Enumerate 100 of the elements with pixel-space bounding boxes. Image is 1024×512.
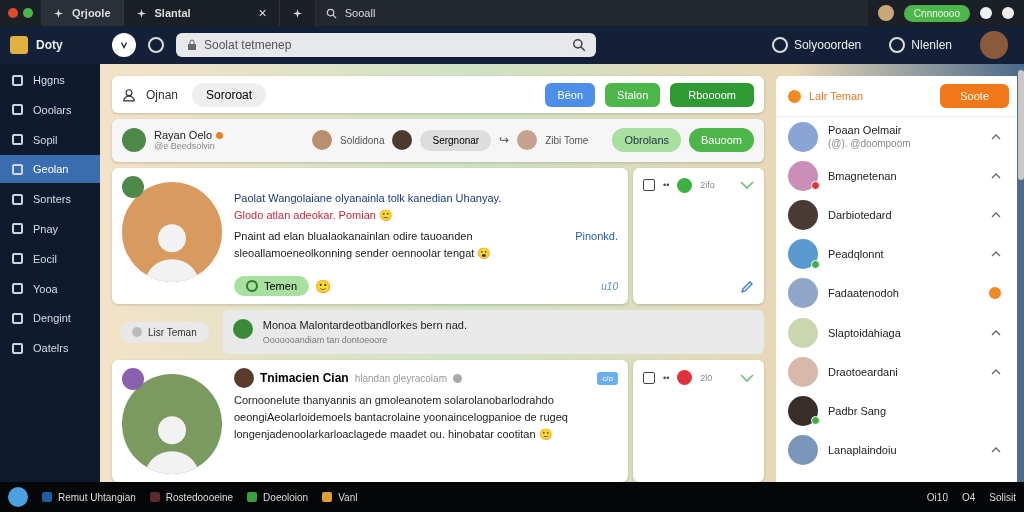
scrollbar[interactable] — [1018, 70, 1024, 180]
author-name: Tnimacien Cian — [260, 371, 349, 385]
maximize-window-icon[interactable] — [23, 8, 33, 18]
badge-count: 2ifo — [700, 180, 716, 191]
avatar — [788, 239, 818, 270]
start-icon[interactable] — [8, 487, 28, 507]
brand-name: Doty — [36, 38, 63, 52]
taskbar-item[interactable]: Remut Uhtangian — [42, 491, 136, 503]
post-text: Paolat Wangolaiane olyanainla tolk kanedian Uhanyay. — [234, 190, 503, 206]
user-handle: @e Beedsolvin — [154, 141, 216, 152]
chevron-up-icon[interactable] — [991, 328, 1001, 337]
close-icon[interactable]: × — [258, 5, 267, 21]
close-window-icon[interactable] — [8, 8, 18, 18]
toolbar-title: Ojnan — [146, 87, 179, 102]
taskbar-item[interactable]: Vanl — [322, 491, 358, 503]
friend-item[interactable]: Lanaplaindoiu — [776, 430, 1017, 470]
chevron-up-icon[interactable] — [991, 446, 1001, 455]
sidebar-item[interactable]: Eocil — [0, 244, 100, 273]
search-field[interactable]: Soolat tetmenep — [176, 33, 596, 57]
post-text: Pnaint ad elan blualaokanainlan odire tauoanden sleoallamoeneolkonning sender oennoolar tengat 😮 Pinonkd. — [234, 228, 618, 261]
friend-item[interactable]: Bmagnetenan — [776, 156, 1017, 196]
friend-name: Peadqlonnt — [828, 248, 885, 261]
taskbar-item[interactable]: Rostedoooeine — [149, 491, 234, 503]
sidebar-item[interactable]: Sopil — [0, 125, 100, 154]
back-button[interactable] — [112, 33, 136, 57]
post-text: Cornoonelute thanyannis an gmoleanotem solarolanobarlodrahdo oeongiAeolarloidemoels bantacrolaine yoonaincelogpanioe de rugeq longenjadenoolarkarloaclagede maadet ou. hinobatar cootitan 🙂 — [234, 393, 569, 443]
checkbox[interactable] — [643, 179, 655, 192]
friend-item[interactable]: Peadqlonnt — [776, 234, 1017, 274]
badge-count: 2l0 — [700, 372, 714, 383]
header-link[interactable]: Nlenlen — [889, 37, 952, 53]
friend-name: Poaan Oelmair — [828, 124, 903, 137]
action-button[interactable]: Obrolans — [612, 128, 681, 153]
friend-item[interactable]: Darbiotedard — [776, 195, 1017, 235]
avatar[interactable] — [877, 5, 894, 21]
user-name: Rayan Oelo — [154, 129, 213, 142]
tray-item[interactable]: Solisit — [989, 491, 1016, 503]
friend-name: Slaptoidahiaga — [828, 326, 902, 339]
logo-icon — [10, 36, 28, 54]
user-icon — [122, 87, 136, 102]
panel-title: Lalr Teman — [809, 90, 864, 102]
avatar — [788, 435, 818, 466]
avatar — [788, 395, 818, 426]
tray-item[interactable]: O4 — [961, 491, 976, 503]
chevron-up-icon[interactable] — [991, 210, 1001, 219]
friend-name: Bmagnetenan — [828, 169, 898, 182]
checkbox[interactable] — [643, 371, 655, 384]
avatar — [122, 175, 144, 198]
star-icon — [53, 7, 64, 19]
avatar — [788, 278, 818, 309]
comment-text: Monoa Malontardeotbandlorkes bern nad. — [262, 319, 467, 331]
friend-name: Padbr Sang — [828, 404, 888, 417]
chevron-up-icon[interactable] — [991, 367, 1001, 376]
browser-tab[interactable]: Qrjoole — [41, 0, 124, 26]
search-icon — [325, 7, 337, 19]
friend-chip[interactable]: Lisr Teman — [120, 321, 209, 343]
taskbar-item[interactable]: Doeoloion — [247, 491, 309, 503]
avatar — [788, 317, 818, 348]
avatar[interactable] — [392, 130, 413, 151]
tray-item[interactable]: Oi10 — [926, 491, 948, 503]
action-button[interactable]: Rboooom — [670, 82, 754, 107]
sidebar-item[interactable]: Pnay — [0, 215, 100, 243]
author-handle: hlandan gleyracolam — [354, 372, 447, 384]
more-icon[interactable]: •• — [663, 180, 670, 191]
sidebar-item[interactable]: Oatelrs — [0, 334, 100, 363]
avatar — [788, 199, 818, 230]
person-name[interactable]: Soldidona — [340, 134, 385, 146]
arrow-icon: ↪ — [499, 133, 510, 148]
chevron-up-icon[interactable] — [991, 171, 1001, 180]
friend-item[interactable]: Poaan Oelmair (@). @doompoom — [776, 117, 1017, 157]
search-icon[interactable] — [572, 38, 586, 52]
friend-item[interactable]: Fadaatenodoh — [776, 273, 1017, 313]
header-link[interactable]: Solyooorden — [771, 37, 862, 53]
person-name[interactable]: Zibi Tome — [545, 134, 589, 146]
friend-name: Fadaatenodoh — [828, 287, 900, 300]
notification-badge — [989, 287, 1001, 300]
person-chip[interactable]: Sergnonar — [420, 129, 492, 151]
avatar — [232, 319, 253, 339]
sidebar-item[interactable]: Sonters — [0, 185, 100, 214]
friend-item[interactable]: Draotoeardani — [776, 352, 1017, 392]
sidebar-item[interactable]: Yooa — [0, 274, 100, 303]
sidebar-item[interactable]: Geolan — [0, 155, 100, 184]
friend-item[interactable]: Slaptoidahiaga — [776, 312, 1017, 353]
address-bar[interactable]: Sooall — [315, 0, 868, 26]
pencil-icon[interactable] — [740, 280, 754, 294]
star-icon — [291, 7, 303, 19]
friend-name: Darbiotedard — [828, 208, 893, 221]
star-icon — [135, 7, 147, 19]
filter-button[interactable]: Sororoat — [192, 82, 267, 107]
chevron-up-icon[interactable] — [991, 132, 1001, 141]
friend-item[interactable]: Padbr Sang — [776, 391, 1017, 431]
tag-chip[interactable]: Temen — [234, 276, 310, 296]
avatar — [234, 368, 254, 388]
friend-handle: (@). @doompoom — [828, 138, 912, 150]
friend-name: Lanaplaindoiu — [828, 444, 898, 457]
more-icon[interactable]: •• — [663, 372, 670, 383]
sidebar-item[interactable]: Ooolars — [0, 95, 100, 124]
sidebar-item[interactable]: Hggns — [0, 66, 100, 94]
avatar — [788, 160, 818, 191]
sidebar-item[interactable]: Dengint — [0, 304, 100, 333]
chevron-up-icon[interactable] — [991, 250, 1001, 259]
